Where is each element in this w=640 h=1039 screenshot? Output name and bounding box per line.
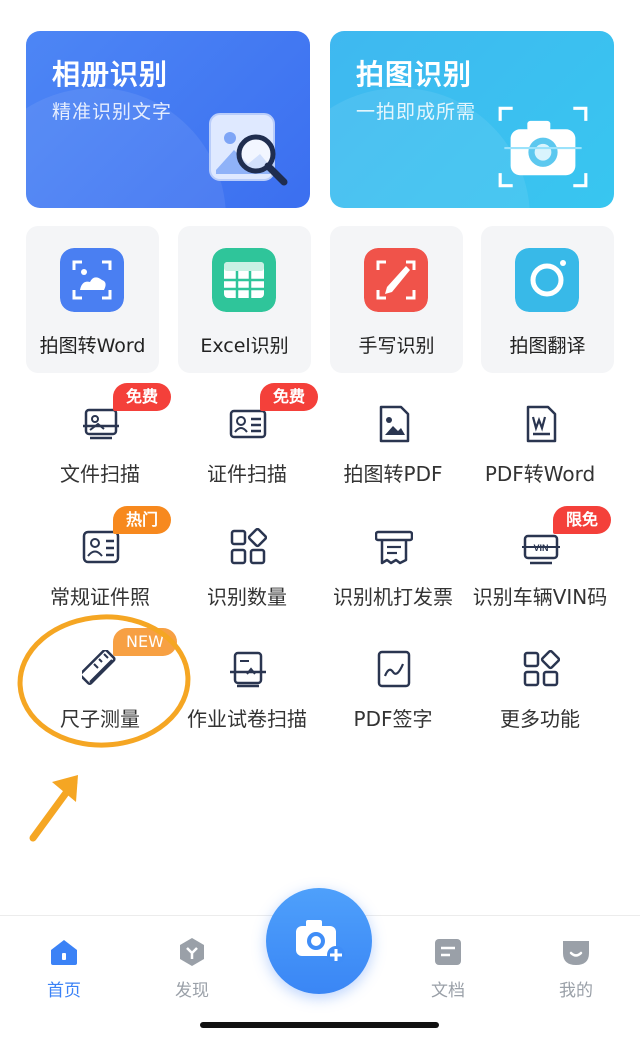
document-icon bbox=[435, 939, 461, 965]
pdf-sign-icon bbox=[377, 650, 411, 688]
invoice-icon bbox=[375, 530, 413, 565]
nav-label: 文档 bbox=[431, 981, 465, 1001]
free-badge: 免费 bbox=[113, 383, 172, 411]
album-recognition-card[interactable]: 相册识别 精准识别文字 bbox=[26, 31, 310, 208]
pdf-image-icon bbox=[379, 405, 410, 443]
home-icon bbox=[51, 940, 77, 965]
tile-photo-to-word[interactable]: 拍图转Word bbox=[26, 226, 159, 373]
nav-label: 发现 bbox=[175, 981, 209, 1001]
feature-invoice[interactable]: 识别机打发票 bbox=[320, 528, 466, 638]
feature-vin[interactable]: VIN 限免 识别车辆VIN码 bbox=[467, 506, 613, 638]
feature-label: PDF签字 bbox=[353, 707, 433, 731]
nav-profile[interactable]: 我的 bbox=[536, 936, 616, 1006]
feature-label: 尺子测量 bbox=[60, 707, 140, 731]
feature-label: PDF转Word bbox=[484, 462, 596, 486]
feature-document-scan[interactable]: 免费 文件扫描 bbox=[27, 383, 173, 515]
feature-label: 常规证件照 bbox=[50, 585, 150, 609]
feature-photo-to-pdf[interactable]: 拍图转PDF bbox=[320, 405, 466, 515]
word-file-icon bbox=[526, 405, 557, 443]
discover-icon bbox=[180, 938, 204, 966]
hot-badge: 热门 bbox=[113, 506, 172, 534]
tile-label: 拍图翻译 bbox=[509, 335, 586, 357]
free-badge: 免费 bbox=[260, 383, 319, 411]
tile-label: 手写识别 bbox=[358, 335, 435, 357]
photo-recognition-card[interactable]: 拍图识别 一拍即成所需 bbox=[330, 31, 614, 208]
nav-home[interactable]: 首页 bbox=[24, 936, 104, 1006]
tile-label: Excel识别 bbox=[200, 335, 289, 357]
camera-add-icon bbox=[296, 920, 345, 964]
feature-id-photo[interactable]: 热门 常规证件照 bbox=[27, 506, 173, 638]
nav-documents[interactable]: 文档 bbox=[408, 936, 488, 1006]
count-grid-icon bbox=[230, 528, 267, 565]
limited-free-badge: 限免 bbox=[553, 506, 612, 534]
feature-label: 更多功能 bbox=[500, 707, 580, 731]
pen-icon bbox=[364, 248, 428, 312]
feature-count[interactable]: 识别数量 bbox=[174, 528, 320, 638]
nav-label: 我的 bbox=[559, 981, 593, 1001]
card-title: 相册识别 bbox=[52, 58, 169, 91]
feature-label: 识别数量 bbox=[207, 585, 287, 609]
feature-label: 证件扫描 bbox=[207, 462, 287, 486]
home-indicator bbox=[200, 1022, 439, 1028]
feature-ruler-measure[interactable]: NEW 尺子测量 bbox=[27, 628, 177, 760]
feature-pdf-sign[interactable]: PDF签字 bbox=[320, 650, 466, 760]
camera-frame-icon bbox=[498, 106, 588, 188]
camera-capture-button[interactable] bbox=[266, 888, 372, 994]
spreadsheet-icon bbox=[212, 248, 276, 312]
tile-handwriting-recognition[interactable]: 手写识别 bbox=[330, 226, 463, 373]
profile-icon bbox=[563, 941, 589, 965]
new-badge: NEW bbox=[113, 628, 177, 656]
card-subtitle: 一拍即成所需 bbox=[356, 101, 477, 123]
tile-label: 拍图转Word bbox=[39, 335, 146, 357]
card-title: 拍图识别 bbox=[356, 58, 473, 91]
feature-label: 拍图转PDF bbox=[343, 462, 443, 486]
image-scan-icon bbox=[60, 248, 124, 312]
homework-scan-icon bbox=[230, 651, 266, 688]
camera-icon bbox=[515, 248, 579, 312]
photo-search-icon bbox=[209, 113, 288, 186]
feature-label: 作业试卷扫描 bbox=[187, 707, 307, 731]
tile-excel-recognition[interactable]: Excel识别 bbox=[178, 226, 311, 373]
card-subtitle: 精准识别文字 bbox=[52, 101, 173, 123]
feature-label: 文件扫描 bbox=[60, 462, 140, 486]
feature-id-scan[interactable]: 免费 证件扫描 bbox=[174, 383, 320, 515]
feature-homework-scan[interactable]: 作业试卷扫描 bbox=[174, 650, 320, 760]
nav-discover[interactable]: 发现 bbox=[152, 936, 232, 1006]
nav-label: 首页 bbox=[47, 981, 81, 1001]
feature-pdf-to-word[interactable]: PDF转Word bbox=[467, 405, 613, 515]
more-grid-icon bbox=[523, 650, 560, 687]
feature-more[interactable]: 更多功能 bbox=[467, 650, 613, 760]
feature-label: 识别机打发票 bbox=[333, 585, 453, 609]
tile-photo-translate[interactable]: 拍图翻译 bbox=[481, 226, 614, 373]
feature-label: 识别车辆VIN码 bbox=[472, 585, 608, 609]
